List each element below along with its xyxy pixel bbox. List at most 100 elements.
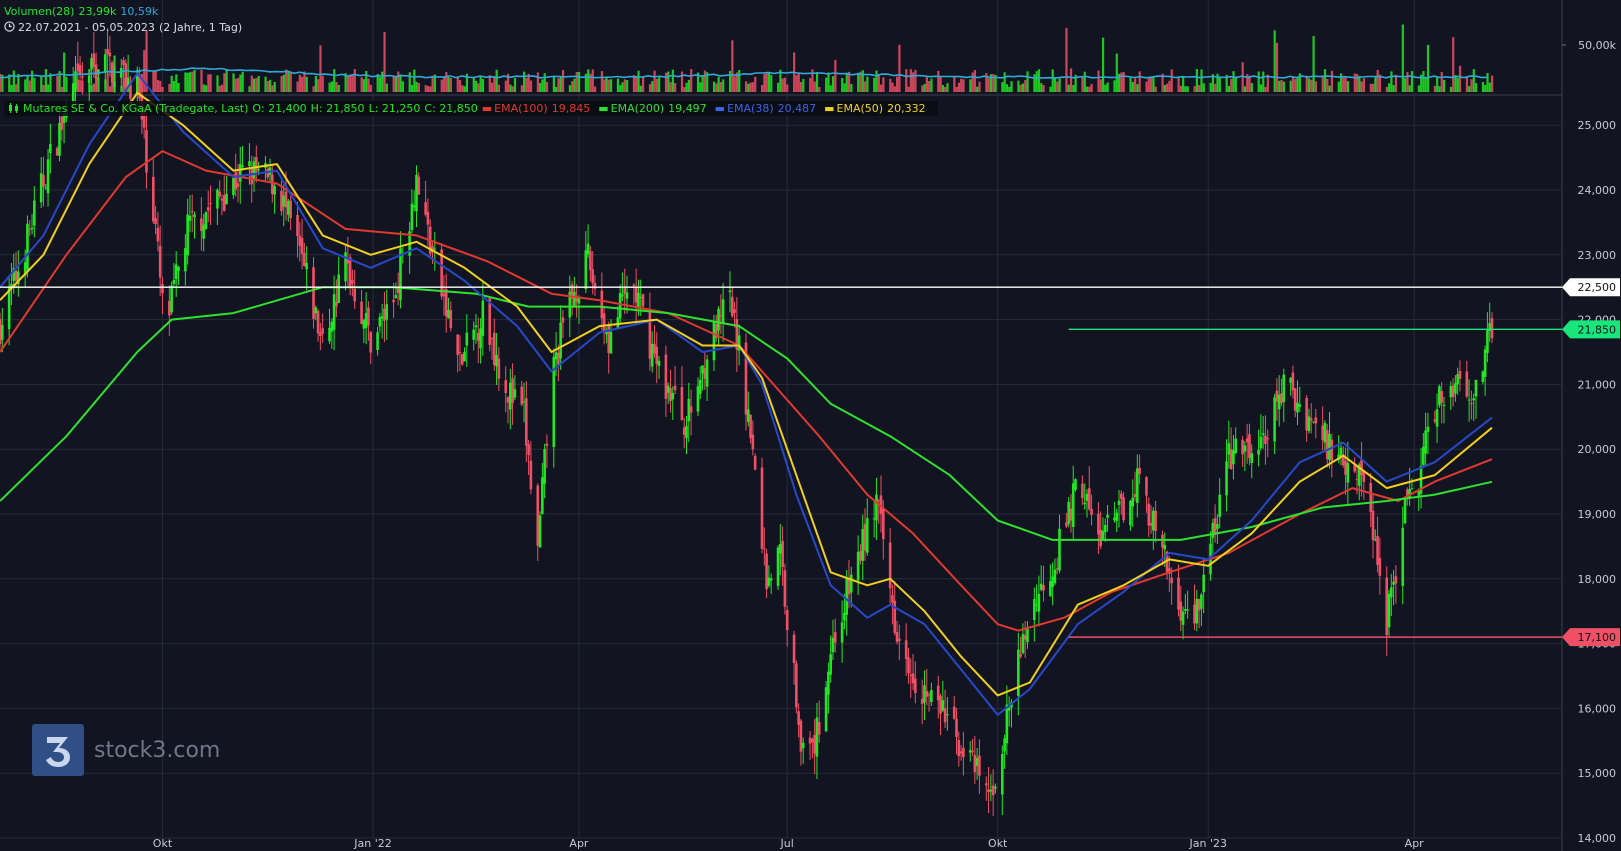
ema38-dash-icon: ▬ (714, 102, 726, 115)
candle-body (1454, 383, 1457, 394)
candle-body (856, 552, 860, 581)
volume-bar (490, 82, 494, 92)
y-tick-label: 23,000 (1578, 249, 1617, 262)
volume-bar (1392, 85, 1395, 92)
volume-bar (831, 76, 835, 92)
volume-bar (31, 70, 34, 92)
volume-bar (1337, 81, 1340, 92)
candle-body (1113, 517, 1116, 521)
candle-body (444, 288, 448, 317)
candle-body (1241, 439, 1244, 455)
candle-body (108, 52, 112, 57)
volume-bar (378, 77, 382, 92)
candle-body (687, 398, 691, 422)
volume-bar (186, 72, 189, 92)
candle-body (589, 251, 592, 271)
volume-bar (674, 83, 677, 92)
candle-body (417, 176, 421, 195)
candle-body (925, 690, 929, 697)
candle-body (648, 312, 652, 359)
candle-body (392, 299, 395, 303)
candle-body (1005, 704, 1009, 744)
volume-bar (745, 81, 748, 92)
candle-body (1053, 569, 1057, 584)
candle-body (632, 284, 636, 286)
candle-body (1213, 518, 1217, 535)
candle-body (1170, 577, 1173, 584)
volume-bar (241, 71, 244, 92)
volume-bar (699, 82, 702, 92)
candle-body (817, 721, 821, 735)
candle-body (312, 267, 315, 319)
volume-bar (1472, 69, 1475, 92)
candle-body (378, 317, 382, 327)
volume-bar (914, 69, 917, 92)
candle-body (495, 354, 498, 367)
candle-body (170, 285, 173, 313)
volume-bar (410, 84, 414, 92)
volume-bar (841, 78, 844, 92)
candle-body (465, 332, 469, 346)
volume-bar (623, 79, 626, 92)
volume-bar (28, 80, 31, 92)
price-chart[interactable]: 14,00015,00016,00017,00018,00019,00020,0… (0, 0, 1621, 851)
candle-body (1465, 371, 1469, 397)
volume-tick-label: 50,00k (1578, 39, 1616, 52)
candle-body (1339, 447, 1343, 457)
candle-body (1152, 510, 1155, 531)
candle-body (1417, 491, 1421, 496)
ema200-value: 19,497 (668, 102, 707, 115)
volume-bar (447, 76, 450, 92)
candle-body (847, 579, 851, 595)
volume-bar (1154, 86, 1157, 92)
candle-body (865, 518, 869, 553)
candle-body (509, 382, 512, 410)
volume-bar (223, 73, 226, 92)
candle-body (78, 65, 82, 74)
candle-body (968, 750, 972, 753)
volume-bar (1179, 85, 1182, 92)
volume-bar (687, 79, 690, 92)
volume-bar (1355, 73, 1359, 92)
candle-body (634, 287, 638, 303)
volume-bar (1147, 77, 1150, 92)
candle-body (701, 365, 704, 374)
volume-bar (417, 83, 420, 92)
volume-bar (609, 79, 613, 92)
candle-body (303, 252, 306, 267)
candle-body (280, 190, 283, 212)
candle-body (1266, 438, 1270, 440)
candle-body (1243, 445, 1247, 452)
volume-bar (747, 83, 750, 92)
candle-body (1392, 581, 1395, 585)
candle-body (813, 734, 816, 754)
candle-body (685, 425, 688, 438)
volume-bar (957, 82, 961, 92)
candle-body (776, 547, 780, 586)
candle-body (1486, 329, 1489, 353)
volume-bar (552, 75, 555, 92)
volume-bar (944, 86, 947, 92)
volume-bar (44, 69, 47, 92)
candle-body (705, 359, 709, 387)
candle-body (1483, 349, 1487, 377)
volume-bar (701, 75, 704, 92)
candle-body (975, 757, 979, 766)
candle-body (1227, 443, 1231, 455)
candle-body (236, 183, 240, 187)
candle-body (792, 634, 796, 664)
volume-bar (786, 84, 789, 92)
candle-body (1225, 461, 1228, 496)
candle-body (653, 343, 656, 354)
volume-bar (47, 84, 50, 92)
volume-bar (749, 82, 752, 92)
volume-bar (319, 45, 322, 92)
ema50-dash-icon: ▬ (824, 102, 835, 115)
ema200-label: EMA(200) (610, 102, 665, 115)
candle-body (1083, 502, 1086, 504)
candle-body (833, 632, 837, 643)
volume-bar (928, 81, 931, 92)
candle-body (154, 218, 157, 225)
candle-body (287, 201, 290, 215)
candle-body (607, 325, 610, 353)
